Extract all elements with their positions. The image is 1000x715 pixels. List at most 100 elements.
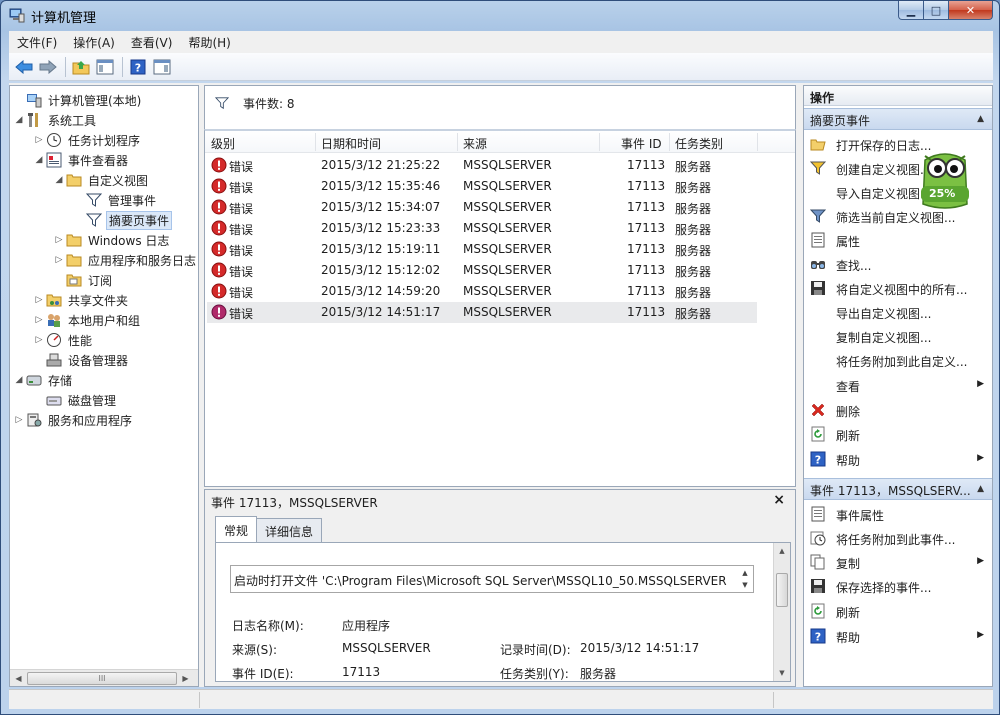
collapse-arrow-icon[interactable]: ▲ (977, 114, 984, 124)
tree-item-services-applications[interactable]: ▷ 服务和应用程序 (12, 410, 134, 430)
collapsed-arrow-icon[interactable]: ▷ (32, 130, 46, 150)
action-view[interactable]: 查看 ▶ (804, 373, 992, 397)
column-header-source[interactable]: 来源 (463, 135, 487, 152)
collapsed-arrow-icon[interactable]: ▷ (32, 310, 46, 330)
menu-file[interactable]: 文件(F) (9, 34, 65, 51)
expanded-arrow-icon[interactable]: ◢ (12, 110, 26, 130)
table-row[interactable]: 错误 2015/3/12 14:59:20 MSSQLSERVER 17113 … (207, 281, 757, 302)
content-area: 计算机管理(本地) ◢ 系统工具 ▷ 任务计划程序 ◢ 事件查看器 ◢ 自定义视… (9, 83, 993, 687)
show-hide-tree-button[interactable] (94, 56, 116, 78)
tree-item-local-users-groups[interactable]: ▷ 本地用户和组 (32, 310, 142, 330)
details-vertical-scrollbar[interactable]: ▲ ▼ (773, 543, 790, 681)
help-toolbar-button[interactable]: ? (127, 56, 149, 78)
action-find[interactable]: 查找... (804, 252, 992, 276)
scroll-thumb[interactable] (776, 573, 788, 607)
collapse-arrow-icon[interactable]: ▲ (977, 484, 984, 494)
tab-details[interactable]: 详细信息 (256, 518, 323, 542)
tab-general[interactable]: 常规 (215, 516, 258, 542)
column-header-datetime[interactable]: 日期和时间 (321, 135, 381, 152)
events-list[interactable]: 级别 日期和时间 来源 事件 ID 任务类别 错误 2015/3/12 21:2… (204, 129, 796, 487)
up-level-button[interactable] (70, 56, 92, 78)
scroll-right-icon[interactable]: ▶ (177, 670, 194, 686)
tree-item-system-tools[interactable]: ◢ 系统工具 (12, 110, 98, 130)
menu-bar: 文件(F) 操作(A) 查看(V) 帮助(H) (9, 31, 993, 53)
column-header-task-category[interactable]: 任务类别 (675, 135, 723, 152)
tree-item-shared-folders[interactable]: ▷ 共享文件夹 (32, 290, 130, 310)
table-row-selected[interactable]: 错误 2015/3/12 14:51:17 MSSQLSERVER 17113 … (207, 302, 757, 323)
maximize-button[interactable]: □ (924, 1, 949, 20)
forward-button[interactable] (37, 56, 59, 78)
tree-item-computer-management[interactable]: 计算机管理(本地) (12, 90, 143, 110)
scroll-thumb[interactable]: III (27, 671, 177, 685)
action-refresh[interactable]: 刷新 (804, 422, 992, 446)
action-copy[interactable]: 复制 ▶ (804, 550, 992, 574)
tree-item-storage[interactable]: ◢ 存储 (12, 370, 74, 390)
down-arrow-icon[interactable]: ▼ (742, 581, 747, 589)
expanded-arrow-icon[interactable]: ◢ (52, 170, 66, 190)
action-delete[interactable]: 删除 (804, 398, 992, 422)
expanded-arrow-icon[interactable]: ◢ (12, 370, 26, 390)
folder-up-icon (72, 60, 90, 74)
scroll-up-icon[interactable]: ▲ (774, 543, 790, 559)
tree-item-label: 摘要页事件 (106, 210, 173, 230)
menu-view[interactable]: 查看(V) (123, 34, 181, 51)
action-copy-custom-view[interactable]: 复制自定义视图... (804, 324, 992, 348)
action-save-all-events[interactable]: 将自定义视图中的所有... (804, 276, 992, 300)
event-description-box[interactable]: 启动时打开文件 'C:\Program Files\Microsoft SQL … (230, 565, 754, 593)
event-datetime: 2015/3/12 15:35:46 (321, 179, 441, 193)
action-save-selected-events[interactable]: 保存选择的事件... (804, 574, 992, 598)
tree-item-custom-views[interactable]: ◢ 自定义视图 (52, 170, 150, 190)
tree-item-administrative-events[interactable]: 管理事件 (72, 190, 158, 210)
collapsed-arrow-icon[interactable]: ▷ (52, 250, 66, 270)
action-help[interactable]: ? 帮助 ▶ (804, 447, 992, 471)
table-row[interactable]: 错误 2015/3/12 15:23:33 MSSQLSERVER 17113 … (207, 218, 757, 239)
tree-item-summary-page-events[interactable]: 摘要页事件 (72, 210, 173, 230)
action-attach-task-custom-view[interactable]: 将任务附加到此自定义... (804, 348, 992, 372)
title-bar[interactable]: 计算机管理 ▁ □ ✕ (1, 1, 999, 29)
collapsed-arrow-icon[interactable]: ▷ (12, 410, 26, 430)
tree-horizontal-scrollbar[interactable]: ◀ III ▶ (10, 669, 198, 686)
collapsed-arrow-icon[interactable]: ▷ (32, 330, 46, 350)
tree-item-event-viewer[interactable]: ◢ 事件查看器 (32, 150, 130, 170)
table-row[interactable]: 错误 2015/3/12 15:34:07 MSSQLSERVER 17113 … (207, 197, 757, 218)
floating-mascot-widget[interactable]: 25% (917, 146, 973, 216)
collapsed-arrow-icon[interactable]: ▷ (32, 290, 46, 310)
description-scroll-arrows[interactable]: ▲ ▼ (739, 567, 751, 591)
tree-item-disk-management[interactable]: 磁盘管理 (32, 390, 118, 410)
tree-item-app-service-logs[interactable]: ▷ 应用程序和服务日志 (52, 250, 198, 270)
close-button[interactable]: ✕ (949, 1, 993, 20)
collapsed-arrow-icon[interactable]: ▷ (52, 230, 66, 250)
scroll-left-icon[interactable]: ◀ (10, 670, 27, 686)
column-header-level[interactable]: 级别 (211, 135, 235, 152)
back-button[interactable] (13, 56, 35, 78)
log-name-value: 应用程序 (342, 619, 391, 633)
action-refresh-event[interactable]: 刷新 (804, 599, 992, 623)
menu-action[interactable]: 操作(A) (65, 34, 123, 51)
table-row[interactable]: 错误 2015/3/12 15:35:46 MSSQLSERVER 17113 … (207, 176, 757, 197)
action-label: 将任务附加到此自定义... (836, 355, 968, 369)
action-attach-task-event[interactable]: 将任务附加到此事件... (804, 526, 992, 550)
column-header-event-id[interactable]: 事件 ID (621, 135, 662, 152)
actions-section-event[interactable]: 事件 17113，MSSQLSERV... ▲ (804, 478, 992, 500)
expanded-arrow-icon[interactable]: ◢ (32, 150, 46, 170)
tree-item-performance[interactable]: ▷ 性能 (32, 330, 94, 350)
table-row[interactable]: 错误 2015/3/12 15:19:11 MSSQLSERVER 17113 … (207, 239, 757, 260)
action-properties[interactable]: 属性 (804, 228, 992, 252)
close-details-button[interactable]: × (773, 492, 785, 508)
up-arrow-icon[interactable]: ▲ (742, 569, 747, 577)
table-row[interactable]: 错误 2015/3/12 21:25:22 MSSQLSERVER 17113 … (207, 155, 757, 176)
table-row[interactable]: 错误 2015/3/12 15:12:02 MSSQLSERVER 17113 … (207, 260, 757, 281)
tree-item-windows-logs[interactable]: ▷ Windows 日志 (52, 230, 171, 250)
scroll-down-icon[interactable]: ▼ (774, 665, 790, 681)
action-export-custom-view[interactable]: 导出自定义视图... (804, 300, 992, 324)
minimize-button[interactable]: ▁ (898, 1, 924, 20)
action-help-event[interactable]: ? 帮助 ▶ (804, 624, 992, 648)
actions-section-summary-events[interactable]: 摘要页事件 ▲ (804, 108, 992, 130)
show-hide-action-pane-button[interactable] (151, 56, 173, 78)
tree-item-task-scheduler[interactable]: ▷ 任务计划程序 (32, 130, 142, 150)
tree-item-device-manager[interactable]: 设备管理器 (32, 350, 130, 370)
results-pane: 事件数: 8 级别 日期和时间 来源 事件 ID 任务类别 错误 2015/3/… (204, 85, 796, 687)
tree-item-subscriptions[interactable]: 订阅 (52, 270, 114, 290)
action-event-properties[interactable]: 事件属性 (804, 502, 992, 526)
menu-help[interactable]: 帮助(H) (180, 34, 238, 51)
